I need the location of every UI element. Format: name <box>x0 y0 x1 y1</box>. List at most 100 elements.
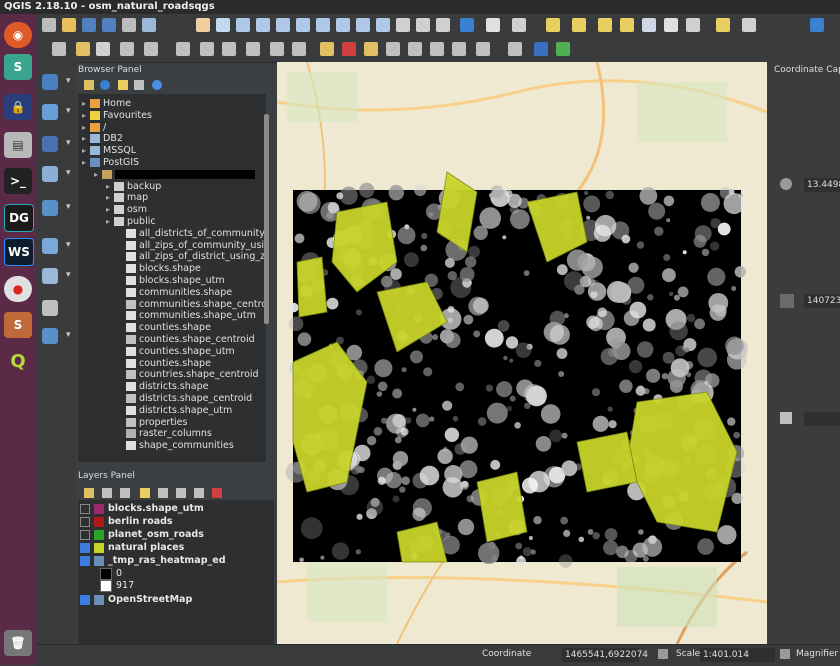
action-icon[interactable] <box>512 18 526 32</box>
layer-visibility-checkbox[interactable] <box>80 594 90 605</box>
browser-item[interactable]: communities.shape_centroid <box>118 299 266 311</box>
add-raster-icon[interactable]: ▾ <box>42 104 71 120</box>
paste-features-icon[interactable] <box>270 42 284 56</box>
add-spatialite-icon[interactable]: ▾ <box>42 166 71 182</box>
zoom-out-icon[interactable] <box>256 18 270 32</box>
capture-icon[interactable] <box>780 412 792 424</box>
layer-item[interactable]: blocks.shape_utm <box>80 502 204 515</box>
browser-item[interactable]: shape_communities <box>118 440 234 452</box>
add-wms-icon[interactable]: ▾ <box>42 200 71 216</box>
layer-item[interactable]: berlin roads <box>80 515 173 528</box>
filter-legend-icon[interactable] <box>140 488 150 498</box>
current-edits-icon[interactable] <box>52 42 66 56</box>
layer-item[interactable]: natural places <box>80 541 184 554</box>
expand-arrow-icon[interactable]: ▸ <box>106 216 114 228</box>
refresh-browser-icon[interactable] <box>100 80 110 90</box>
add-feature-icon[interactable] <box>120 42 134 56</box>
browser-item[interactable]: ▸ / <box>82 122 106 134</box>
print-composer-icon[interactable] <box>122 18 136 32</box>
save-edits-icon[interactable] <box>96 42 110 56</box>
move-feature-icon[interactable] <box>144 42 158 56</box>
browser-item[interactable]: blocks.shape_utm <box>118 275 225 287</box>
layer-visibility-checkbox[interactable] <box>80 542 90 553</box>
show-bookmarks-icon[interactable] <box>436 18 450 32</box>
browser-item[interactable]: ▸ PostGIS <box>82 157 139 169</box>
filter-icon[interactable] <box>118 80 128 90</box>
deselect-icon[interactable] <box>598 18 612 32</box>
layer-item[interactable]: planet_osm_roads <box>80 528 204 541</box>
manage-themes-icon[interactable] <box>120 488 130 498</box>
browser-item[interactable]: ▸ map <box>106 192 148 204</box>
python-console-icon[interactable] <box>534 42 548 56</box>
qgis-icon[interactable]: Q <box>4 348 32 374</box>
label-options-icon[interactable] <box>476 42 490 56</box>
cut-features-icon[interactable] <box>222 42 236 56</box>
select-by-value-icon[interactable] <box>572 18 586 32</box>
browser-item[interactable]: ▸ Home <box>82 98 131 110</box>
remove-layer-icon[interactable] <box>212 488 222 498</box>
globe-icon[interactable] <box>556 42 570 56</box>
add-group-icon[interactable] <box>102 488 112 498</box>
select-features-icon[interactable] <box>546 18 560 32</box>
capture-field[interactable] <box>804 412 840 426</box>
save-project-icon[interactable] <box>82 18 96 32</box>
browser-item[interactable]: counties.shape <box>118 358 211 370</box>
select-location-icon[interactable] <box>620 18 634 32</box>
label-highlight-icon[interactable] <box>342 42 356 56</box>
browser-item[interactable]: properties <box>118 417 187 429</box>
filter-expression-icon[interactable] <box>158 488 168 498</box>
browser-item[interactable]: ▸ <box>94 169 255 181</box>
refresh-icon[interactable] <box>460 18 474 32</box>
coordinate-value[interactable]: 1465541,6922074 <box>562 648 648 662</box>
zoom-actual-icon[interactable] <box>276 18 290 32</box>
undo-icon[interactable] <box>292 42 306 56</box>
browser-item[interactable]: all_zips_of_community_using <box>118 240 266 252</box>
layer-visibility-checkbox[interactable] <box>80 503 90 514</box>
browser-item[interactable]: ▸ MSSQL <box>82 145 136 157</box>
move-label-icon[interactable] <box>408 42 422 56</box>
lock-icon[interactable]: 🔒 <box>4 94 32 120</box>
zoom-last-icon[interactable] <box>356 18 370 32</box>
browser-item[interactable]: counties.shape_centroid <box>118 334 255 346</box>
browser-item[interactable]: ▸ osm <box>106 204 147 216</box>
layer-visibility-checkbox[interactable] <box>80 529 90 540</box>
add-selected-icon[interactable] <box>84 80 94 90</box>
zoom-in-icon[interactable] <box>236 18 250 32</box>
expand-arrow-icon[interactable]: ▸ <box>106 192 114 204</box>
add-delimited-icon[interactable] <box>42 300 58 316</box>
measure-icon[interactable] <box>686 18 700 32</box>
layer-visibility-checkbox[interactable] <box>80 516 90 527</box>
expand-arrow-icon[interactable]: ▸ <box>94 169 102 181</box>
add-wfs-icon[interactable]: ▾ <box>42 268 71 284</box>
zoom-full-icon[interactable] <box>296 18 310 32</box>
collapse-all-layers-icon[interactable] <box>194 488 204 498</box>
browser-item[interactable]: ▸ DB2 <box>82 133 123 145</box>
datagrip-icon[interactable]: DG <box>4 204 34 232</box>
expand-arrow-icon[interactable]: ▸ <box>106 181 114 193</box>
pin-label-icon[interactable] <box>364 42 378 56</box>
terminal-icon[interactable]: >_ <box>4 168 32 194</box>
properties-icon[interactable] <box>152 80 162 90</box>
map-canvas[interactable] <box>277 62 767 644</box>
browser-item[interactable]: blocks.shape <box>118 263 201 275</box>
new-map-view-icon[interactable] <box>396 18 410 32</box>
chrome-icon[interactable]: ● <box>4 276 32 302</box>
bookmark-icon[interactable] <box>416 18 430 32</box>
webstorm-icon[interactable]: WS <box>4 238 34 266</box>
copy-features-icon[interactable] <box>246 42 260 56</box>
longitude-field[interactable]: 13.4498 <box>804 178 840 192</box>
node-tool-icon[interactable] <box>176 42 190 56</box>
new-project-icon[interactable] <box>42 18 56 32</box>
toggle-editing-icon[interactable] <box>76 42 90 56</box>
text-annotation-icon[interactable] <box>742 18 756 32</box>
grid-icon[interactable] <box>780 294 794 308</box>
browser-item[interactable]: ▸ backup <box>106 181 161 193</box>
sublime-icon[interactable]: S <box>4 312 32 338</box>
browser-item[interactable]: communities.shape_utm <box>118 310 256 322</box>
layer-item[interactable]: _tmp_ras_heatmap_ed <box>80 554 226 567</box>
files-icon[interactable]: ▤ <box>4 132 32 158</box>
zoom-selection-icon[interactable] <box>316 18 330 32</box>
open-project-icon[interactable] <box>62 18 76 32</box>
scale-value[interactable]: 1:401.014 <box>700 648 775 662</box>
browser-item[interactable]: districts.shape_utm <box>118 405 232 417</box>
